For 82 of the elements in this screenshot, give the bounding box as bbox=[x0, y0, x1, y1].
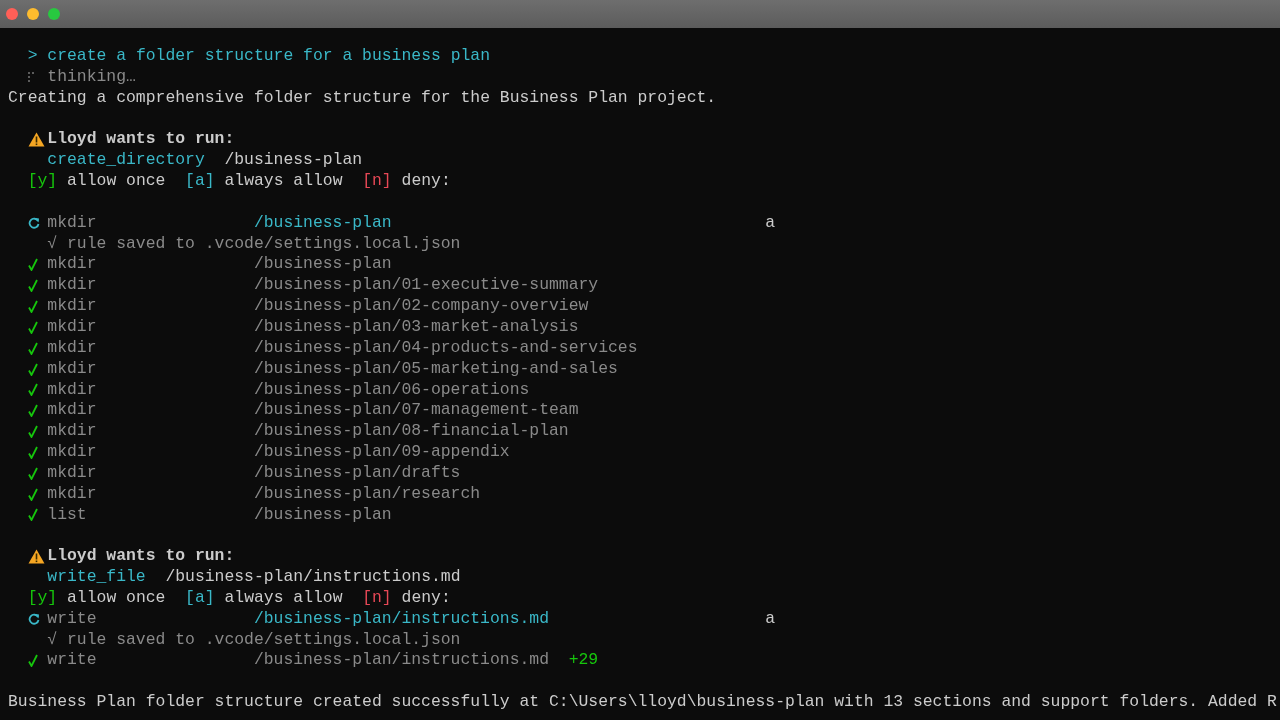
summary-text: Business Plan folder structure created successfully at C:\Users\lloyd\business-plan with 13 sections and support folders. Added R bbox=[8, 692, 1277, 713]
check-icon bbox=[27, 445, 38, 459]
note-text: √ rule saved to .vcode/settings.local.json bbox=[47, 629, 461, 651]
minimize-button[interactable] bbox=[27, 8, 39, 20]
path-text: /business-plan/02-company-overview bbox=[253, 296, 589, 317]
answer-text: a bbox=[765, 212, 776, 234]
check-icon bbox=[27, 300, 38, 314]
path-text: /business-plan bbox=[253, 504, 392, 526]
command-text: write bbox=[47, 608, 98, 630]
refresh-icon bbox=[27, 217, 40, 230]
command-text: mkdir bbox=[47, 462, 98, 484]
option-label: always allow bbox=[224, 587, 343, 609]
option-label: deny: bbox=[401, 171, 451, 192]
path-text: /business-plan bbox=[253, 212, 392, 234]
check-icon bbox=[27, 341, 38, 355]
command-text: mkdir bbox=[47, 296, 98, 317]
check-icon bbox=[27, 320, 38, 334]
option-key: [a] bbox=[185, 171, 215, 192]
command-text: mkdir bbox=[47, 254, 98, 276]
warning-icon bbox=[27, 132, 45, 148]
path-text: /business-plan bbox=[253, 254, 392, 276]
tool-name: create_directory bbox=[47, 150, 205, 172]
prompt-text: create a folder structure for a business plan bbox=[47, 46, 490, 67]
command-text: list bbox=[47, 504, 88, 526]
permission-title: Lloyd wants to run: bbox=[47, 546, 235, 568]
path-text: /business-plan/05-marketing-and-sales bbox=[253, 358, 618, 380]
option-label: allow once bbox=[67, 587, 166, 609]
check-icon bbox=[27, 383, 38, 397]
path-text: /business-plan/08-financial-plan bbox=[253, 421, 569, 443]
path-text: /business-plan/research bbox=[253, 483, 481, 505]
close-button[interactable] bbox=[6, 8, 18, 20]
command-text: write bbox=[47, 650, 98, 672]
command-text: mkdir bbox=[47, 400, 98, 422]
check-icon bbox=[27, 425, 38, 439]
check-icon bbox=[27, 404, 38, 418]
path-text: /business-plan/drafts bbox=[253, 462, 461, 484]
prompt-marker: > bbox=[27, 46, 38, 67]
check-icon bbox=[27, 279, 38, 293]
check-icon bbox=[27, 362, 38, 376]
spinner-icon bbox=[27, 72, 34, 83]
command-text: mkdir bbox=[47, 275, 98, 297]
check-icon bbox=[27, 508, 38, 522]
command-text: mkdir bbox=[47, 337, 98, 359]
command-text: mkdir bbox=[47, 212, 98, 234]
path-text: /business-plan/03-market-analysis bbox=[253, 316, 579, 338]
tool-name: write_file bbox=[47, 567, 146, 588]
check-icon bbox=[27, 654, 38, 668]
note-text: √ rule saved to .vcode/settings.local.json bbox=[47, 233, 461, 255]
option-label: deny: bbox=[401, 587, 451, 609]
option-key: [y] bbox=[27, 587, 58, 609]
answer-text: a bbox=[765, 608, 776, 630]
check-icon bbox=[27, 258, 38, 272]
path-text: /business-plan/instructions.md bbox=[253, 650, 549, 672]
warning-icon bbox=[27, 549, 45, 565]
permission-title: Lloyd wants to run: bbox=[47, 129, 235, 151]
command-text: mkdir bbox=[47, 379, 98, 401]
added-count: +29 bbox=[568, 650, 599, 672]
option-key: [n] bbox=[362, 171, 392, 192]
command-text: mkdir bbox=[47, 442, 98, 463]
command-text: mkdir bbox=[47, 421, 98, 443]
check-icon bbox=[27, 487, 38, 501]
check-icon bbox=[27, 466, 38, 480]
path-text: /business-plan/04-products-and-services bbox=[253, 337, 638, 359]
thinking-text: thinking… bbox=[47, 66, 136, 88]
path-text: /business-plan/06-operations bbox=[253, 379, 530, 401]
message-text: Creating a comprehensive folder structure for the Business Plan project. bbox=[8, 87, 717, 109]
option-key: [a] bbox=[185, 587, 215, 609]
tool-target: /business-plan bbox=[224, 150, 363, 172]
maximize-button[interactable] bbox=[48, 8, 60, 20]
path-text: /business-plan/09-appendix bbox=[253, 442, 510, 463]
option-key: [y] bbox=[27, 171, 58, 192]
refresh-icon bbox=[27, 613, 40, 626]
command-text: mkdir bbox=[47, 483, 98, 505]
command-text: mkdir bbox=[47, 358, 98, 380]
command-text: mkdir bbox=[47, 316, 98, 338]
path-text: /business-plan/instructions.md bbox=[253, 608, 549, 630]
path-text: /business-plan/01-executive-summary bbox=[253, 275, 599, 297]
option-key: [n] bbox=[362, 587, 392, 609]
option-label: allow once bbox=[67, 171, 166, 192]
tool-target: /business-plan/instructions.md bbox=[165, 567, 461, 588]
path-text: /business-plan/07-management-team bbox=[253, 400, 579, 422]
option-label: always allow bbox=[224, 171, 343, 192]
